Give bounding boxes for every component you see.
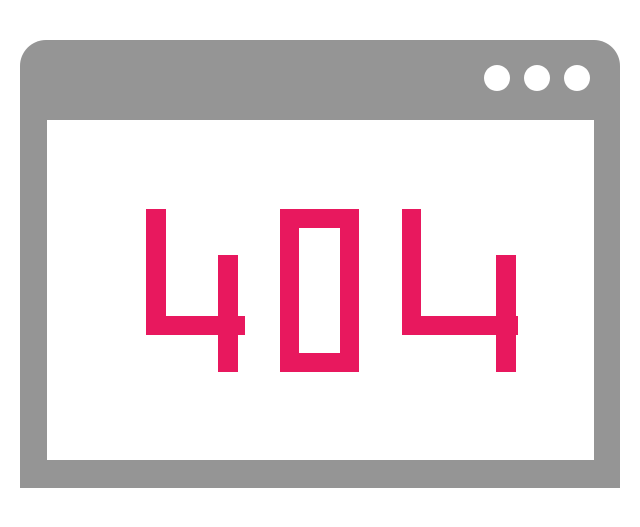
window-control-dot-icon[interactable]	[564, 65, 590, 91]
digit-4-left	[146, 209, 245, 372]
digit-4-right	[402, 209, 518, 372]
window-control-dot-icon[interactable]	[524, 65, 550, 91]
error-code-glyphs	[146, 209, 518, 372]
digit-0	[280, 209, 359, 372]
window-controls[interactable]	[484, 65, 590, 91]
browser-window: 404	[20, 40, 620, 488]
page-content: 404	[47, 120, 594, 460]
window-control-dot-icon[interactable]	[484, 65, 510, 91]
